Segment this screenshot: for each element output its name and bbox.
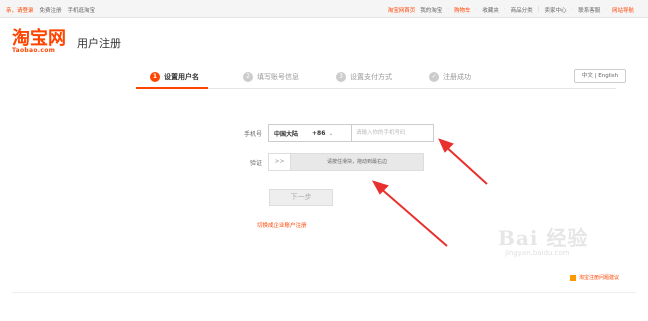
slider-hint: 请按住滑块，拖动到最右边 [326,159,387,165]
mobile-link[interactable]: 手机逛淘宝 [68,6,96,14]
step-label: 填写账号信息 [257,73,299,81]
separator: · [447,6,450,12]
cart-link[interactable]: 购物车 [454,6,471,14]
arrow-to-phone-input [438,138,488,185]
country-code: +86 [312,129,326,137]
feedback-link[interactable]: 淘宝注册问题建议 [570,274,619,281]
top-bar-left: 亲，请登录 免费注册 手机逛淘宝 [6,6,95,14]
enterprise-register-link[interactable]: 切换成企业账户注册 [257,221,307,229]
site-nav-link[interactable]: 网站导航 [612,6,634,14]
country-name: 中国大陆 [274,130,299,138]
login-link[interactable]: 亲，请登录 [6,6,34,14]
active-step-indicator [136,87,208,89]
taobao-logo[interactable]: 淘宝网 [12,30,66,48]
separator: | [537,6,540,12]
top-bar-right: 淘宝网首页 我的淘宝 · 购物车 · 收藏夹 · 商品分类 | 卖家中心 · 联… [388,6,634,14]
language-switcher[interactable]: 中文 | English [574,69,626,83]
separator: · [605,6,607,12]
phone-input[interactable]: 请输入你的手机号码 [352,124,434,142]
step-4: ✓ 注册成功 [429,72,471,82]
registration-steps: 1 设置用户名 2 填写账号信息 3 设置支付方式 ✓ 注册成功 [136,68,616,92]
separator: · [503,6,506,12]
footer-divider [12,292,636,293]
step-3: 3 设置支付方式 [336,72,392,82]
steps-divider [136,88,616,89]
checkmark-icon: ✓ [429,72,439,82]
favorites-link[interactable]: 收藏夹 [482,6,499,14]
separator: · [571,6,574,12]
step-label: 设置支付方式 [350,73,392,81]
my-taobao-link[interactable]: 我的淘宝 [420,6,442,14]
seller-center-link[interactable]: 卖家中心 [544,6,566,14]
slider-verification[interactable]: >> 请按住滑块，拖动到最右边 [268,153,424,171]
step-1: 1 设置用户名 [150,72,199,82]
country-select[interactable]: 中国大陆 +86 ⌄ [268,124,352,142]
feedback-icon [570,274,576,281]
slider-handle[interactable]: >> [269,154,291,170]
step-number: 3 [336,72,346,82]
chevron-down-icon: ⌄ [328,129,334,137]
taobao-logo-en: Taobao.com [12,47,56,54]
categories-link[interactable]: 商品分类 [511,6,533,14]
register-link[interactable]: 免费注册 [40,6,62,14]
customer-service-link[interactable]: 联系客服 [578,6,600,14]
phone-label: 手机号 [243,131,262,138]
feedback-label: 淘宝注册问题建议 [579,275,620,281]
arrow-to-slider [371,180,448,247]
baidu-watermark-url: jingyan.baidu.com [505,249,570,257]
step-label: 设置用户名 [164,73,199,81]
step-number: 1 [150,72,160,82]
page-title: 用户注册 [77,37,121,50]
step-label: 注册成功 [443,73,471,81]
verify-label: 验证 [249,160,262,167]
step-2: 2 填写账号信息 [243,72,299,82]
separator: · [475,6,478,12]
top-bar: 亲，请登录 免费注册 手机逛淘宝 淘宝网首页 我的淘宝 · 购物车 · 收藏夹 … [0,0,648,18]
baidu-watermark: Bai 经验 [498,226,589,250]
next-button[interactable]: 下一步 [269,189,333,206]
step-number: 2 [243,72,253,82]
taobao-home-link[interactable]: 淘宝网首页 [388,6,416,14]
